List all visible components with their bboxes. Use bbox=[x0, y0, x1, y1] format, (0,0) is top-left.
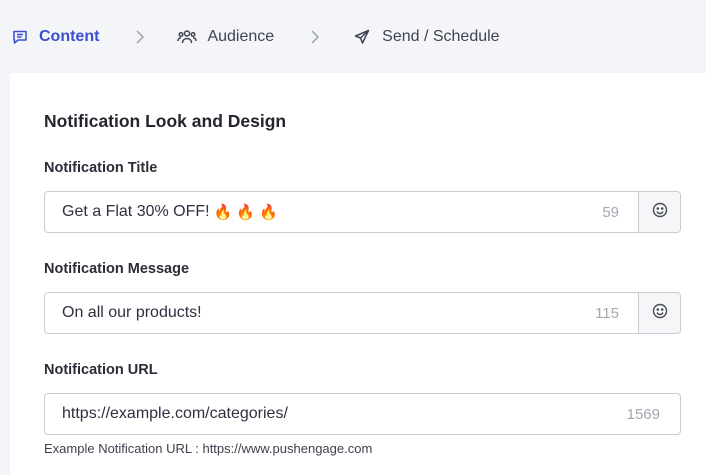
notification-message-input[interactable]: On all our products! bbox=[45, 293, 595, 333]
notification-message-label: Notification Message bbox=[44, 261, 190, 277]
notification-title-field[interactable]: Get a Flat 30% OFF! 🔥 🔥 🔥 59 bbox=[44, 191, 681, 233]
notification-url-label: Notification URL bbox=[44, 362, 158, 378]
url-helper-text: Example Notification URL : https://www.p… bbox=[44, 441, 373, 456]
notification-design-card: Notification Look and Design Notificatio… bbox=[10, 73, 706, 475]
step-audience[interactable]: Audience bbox=[177, 27, 274, 47]
url-char-count: 1569 bbox=[626, 405, 660, 423]
step-content-label: Content bbox=[39, 27, 100, 45]
step-send-schedule[interactable]: Send / Schedule bbox=[352, 27, 500, 47]
smiley-icon bbox=[652, 303, 668, 324]
notification-title-label: Notification Title bbox=[44, 160, 158, 176]
stepper: Content Audience Send / Schedule bbox=[0, 0, 706, 73]
fire-emoji: 🔥 bbox=[236, 204, 255, 221]
step-send-schedule-label: Send / Schedule bbox=[382, 27, 500, 45]
fire-emoji: 🔥 bbox=[213, 204, 233, 221]
step-content[interactable]: Content bbox=[10, 27, 99, 47]
message-square-icon bbox=[10, 27, 30, 47]
users-icon bbox=[177, 27, 198, 47]
notification-url-input[interactable]: https://example.com/categories/ bbox=[45, 394, 627, 434]
emoji-picker-button[interactable] bbox=[638, 192, 680, 232]
notification-title-value: Get a Flat 30% OFF! bbox=[62, 203, 210, 220]
send-icon bbox=[352, 27, 372, 47]
section-title: Notification Look and Design bbox=[44, 111, 287, 131]
chevron-right-icon bbox=[133, 27, 147, 47]
fire-emoji: 🔥 bbox=[258, 204, 278, 221]
message-char-count: 115 bbox=[595, 304, 619, 322]
notification-title-input[interactable]: Get a Flat 30% OFF! 🔥 🔥 🔥 bbox=[45, 192, 602, 232]
emoji-picker-button[interactable] bbox=[638, 293, 680, 333]
notification-message-field[interactable]: On all our products! 115 bbox=[44, 292, 681, 334]
smiley-icon bbox=[652, 202, 668, 223]
step-audience-label: Audience bbox=[207, 27, 275, 45]
chevron-right-icon bbox=[308, 27, 322, 47]
title-char-count: 59 bbox=[602, 203, 619, 221]
notification-url-field[interactable]: https://example.com/categories/ 1569 bbox=[44, 393, 681, 435]
